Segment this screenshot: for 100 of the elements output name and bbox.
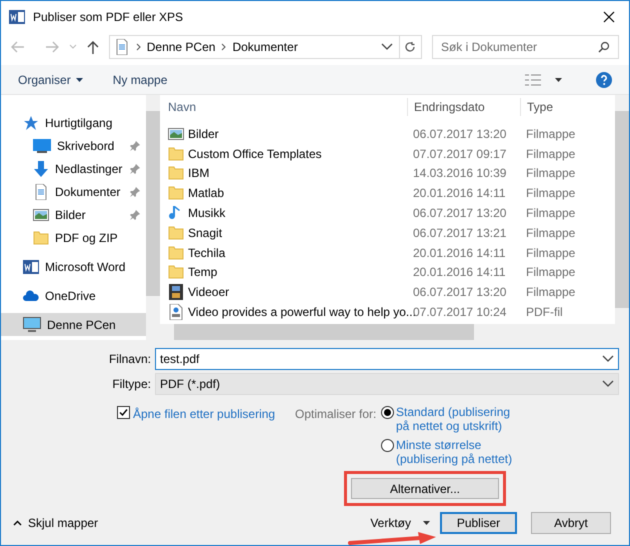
type-cell-text: Filmappe [525,146,576,163]
radio-label[interactable]: Minste størrelse (publisering på nettet) [396,438,524,466]
chevron-up-icon [13,520,22,526]
file-row[interactable]: Bilder 06.07.2017 13:20 Filmappe [160,124,615,144]
breadcrumb-separator-icon [136,43,141,51]
optimize-label: Optimaliser for: [295,406,378,423]
options-button[interactable]: Alternativer... [351,478,499,499]
checkmark-icon [119,408,128,417]
type-cell-text: Filmappe [525,165,576,182]
publish-button[interactable]: Publiser [440,512,517,534]
type-cell-text: Filmappe [525,244,576,262]
pdf-file-icon [168,304,184,320]
hide-folders-button[interactable]: Skjul mapper [13,514,98,532]
close-icon[interactable] [603,11,615,23]
pin-icon[interactable] [130,164,140,174]
picture-icon [33,206,49,222]
checkbox-label[interactable]: Åpne filen etter publisering [133,405,276,423]
sidebar-item[interactable]: Nedlastinger [1,157,146,180]
refresh-icon[interactable] [404,41,416,53]
new-folder-button[interactable]: Ny mappe [112,70,168,88]
help-icon[interactable] [596,72,612,88]
folder-icon [168,244,184,261]
type-cell-text: Filmappe [525,126,576,143]
type-cell-text: Filmappe [525,264,576,282]
file-name: Custom Office Templates [188,146,322,163]
date-cell-text: 20.01.2016 14:11 [412,264,507,282]
search-field[interactable]: Søk i Dokumenter [432,35,619,59]
file-row[interactable]: Techila 20.01.2016 14:11 Filmappe [160,242,615,263]
search-icon[interactable] [598,41,610,53]
sidebar-item[interactable]: Microsoft Word [1,255,146,278]
folder-icon [168,165,184,182]
organize-button[interactable]: Organiser [18,70,83,88]
file-name: Techila [188,244,226,262]
sidebar-item[interactable]: Bilder [1,203,146,226]
word-icon [23,258,39,274]
file-row[interactable]: Video provides a powerful way to help yo...07.07.2017 10:24 PDF-fil [160,302,615,322]
star-icon [23,114,39,130]
scrollbar[interactable] [160,324,629,340]
sidebar-item[interactable]: OneDrive [1,284,146,307]
sidebar-item[interactable]: Dokumenter [1,180,146,203]
sidebar-item[interactable]: Denne PCen [1,313,146,336]
date-cell-text: 06.07.2017 13:20 [412,126,508,143]
checkbox[interactable] [117,406,130,419]
file-name: Musikk [188,205,226,222]
filetype-label: Filtype: [111,376,151,393]
column-header[interactable]: Navn [160,98,407,116]
up-arrow-icon[interactable] [86,40,99,54]
pin-icon[interactable] [130,210,140,220]
file-name: Temp [188,264,218,282]
file-name: IBM [188,165,210,182]
sidebar-item[interactable]: Hurtigtilgang [1,111,146,134]
cloud-icon [23,288,39,304]
filename-field[interactable]: test.pdf [155,348,619,370]
film-icon [168,284,184,300]
column-header[interactable]: Endringsdato [407,98,520,116]
file-row[interactable]: Temp 20.01.2016 14:11 Filmappe [160,262,615,282]
pin-icon[interactable] [130,186,140,196]
file-row[interactable]: Snagit 06.07.2017 13:21 Filmappe [160,222,615,243]
monitor-icon [33,138,51,152]
file-row[interactable]: IBM 14.03.2016 10:39 Filmappe [160,164,615,184]
sidebar-item[interactable]: PDF og ZIP [1,226,146,249]
file-row[interactable]: Matlab 20.01.2016 14:11 Filmappe [160,183,615,204]
date-cell-text: 20.01.2016 14:11 [412,244,507,262]
type-cell-text: Filmappe [525,284,576,302]
view-options-icon[interactable] [525,74,541,86]
radio-button[interactable] [381,406,394,419]
file-name: Matlab [188,185,224,202]
caret-icon[interactable] [555,78,562,82]
breadcrumb-item[interactable]: Denne PCen [146,38,216,56]
sidebar-item[interactable]: Skrivebord [1,134,146,157]
caret-icon [423,521,430,525]
date-cell-text: 14.03.2016 10:39 [412,165,508,182]
folder-icon [168,185,184,202]
cancel-button[interactable]: Avbryt [531,512,611,534]
type-cell-text: Filmappe [525,185,576,202]
breadcrumb-item[interactable]: Dokumenter [232,38,298,56]
radio-label[interactable]: Standard (publisering på nettet og utskrift) [396,405,524,433]
pin-icon[interactable] [130,140,140,150]
scrollbar[interactable] [615,95,629,324]
address-bar[interactable]: Denne PCen Dokumenter [108,35,422,59]
word-icon [9,9,25,25]
folder-icon [33,230,49,246]
file-row[interactable]: Musikk 06.07.2017 13:20 Filmappe [160,203,615,223]
caret-icon [76,78,83,82]
date-cell-text: 20.01.2016 14:11 [412,185,507,202]
scrollbar[interactable] [146,95,160,340]
file-name: Snagit [188,224,222,242]
filetype-dropdown[interactable]: PDF (*.pdf) [155,373,619,395]
computer-icon [23,316,41,332]
radio-button[interactable] [381,439,394,452]
tools-button[interactable]: Verktøy [370,515,430,531]
date-cell-text: 06.07.2017 13:21 [412,224,508,242]
type-cell-text: Filmappe [525,224,576,242]
breadcrumb-separator-icon [221,43,226,51]
file-row[interactable]: Custom Office Templates 07.07.2017 09:17 Filmappe [160,144,615,164]
folder-icon [168,264,184,280]
file-row[interactable]: Videoer 06.07.2017 13:20 Filmappe [160,282,615,302]
date-cell-text: 06.07.2017 13:20 [412,205,508,222]
download-arrow-icon [33,160,49,176]
folder-icon [168,224,184,241]
